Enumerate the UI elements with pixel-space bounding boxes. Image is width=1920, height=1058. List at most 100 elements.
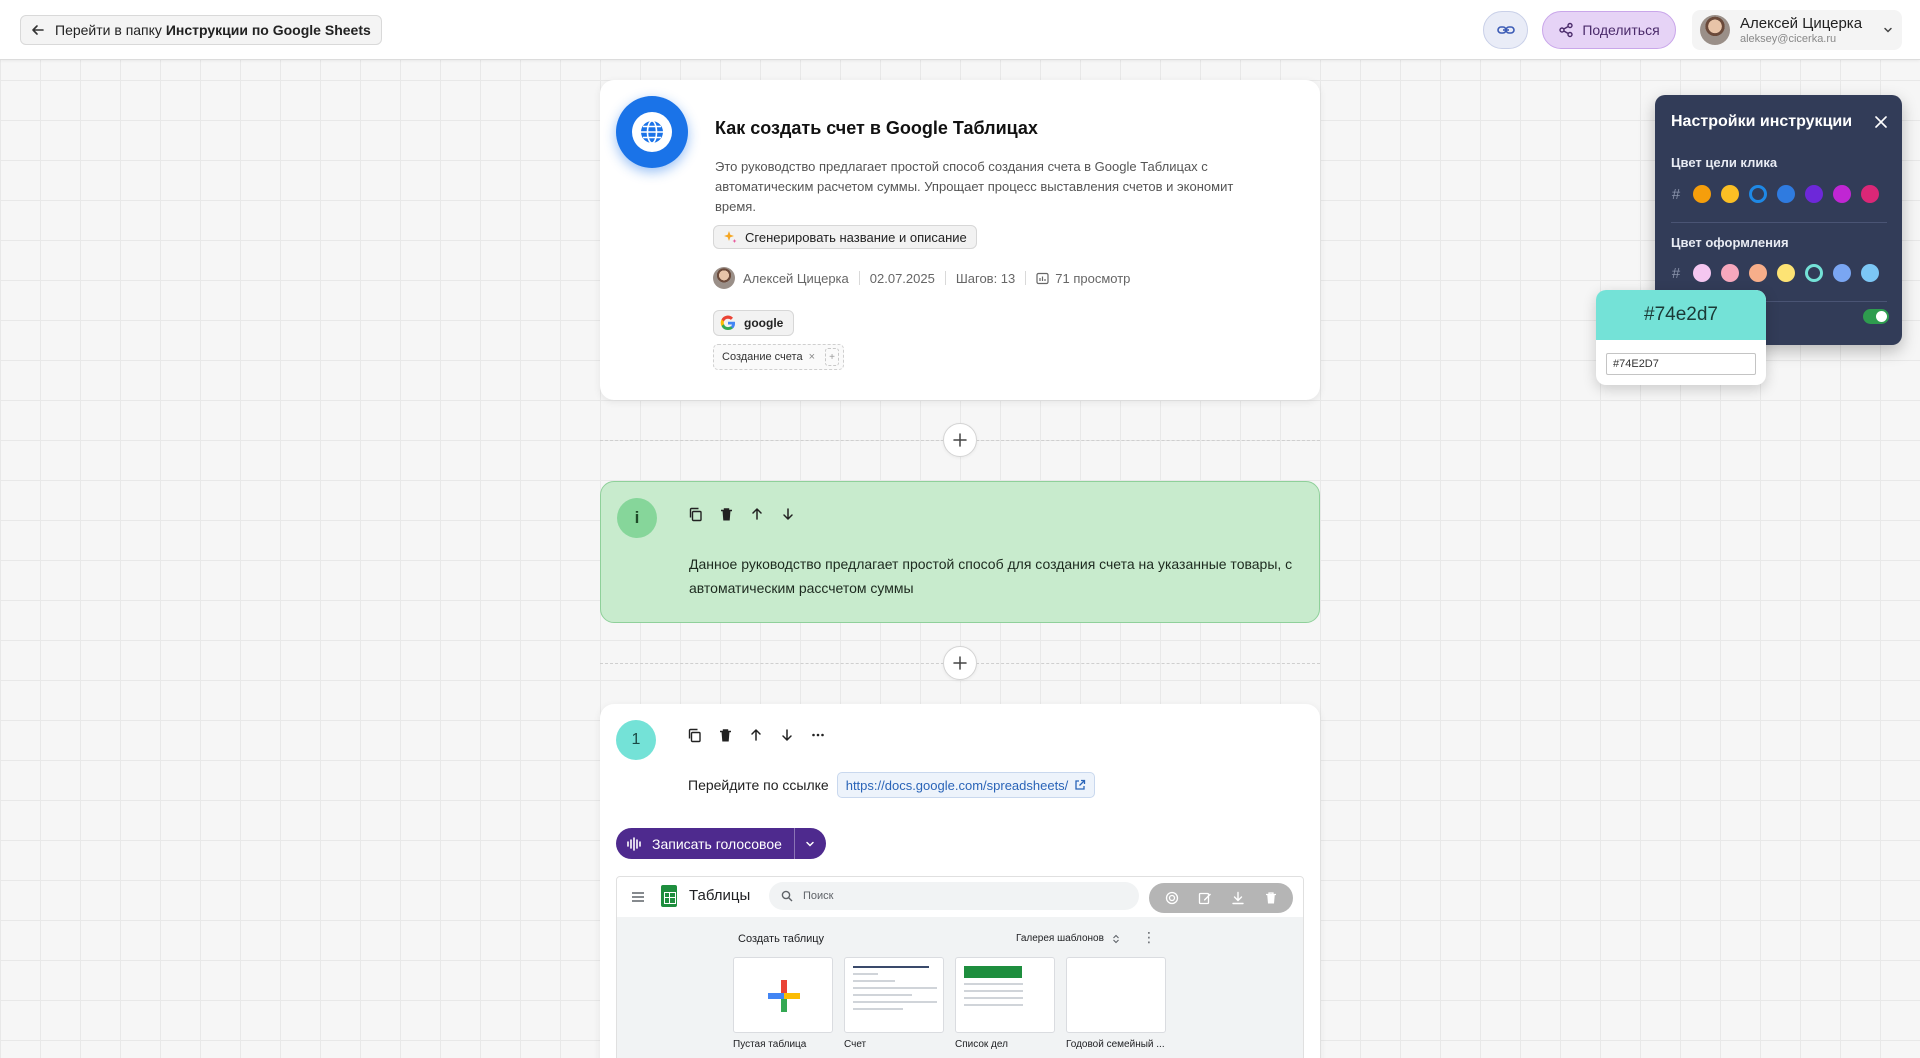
- arrow-left-icon: [31, 23, 45, 37]
- template-label: Список дел: [955, 1039, 1008, 1050]
- created-date: 02.07.2025: [869, 270, 935, 286]
- color-swatch[interactable]: [1693, 185, 1711, 203]
- add-block-button[interactable]: [943, 423, 977, 457]
- template-gallery: Галерея шаблонов: [1016, 933, 1120, 944]
- step-number: 1: [616, 720, 656, 760]
- chevron-down-icon: [1882, 24, 1894, 36]
- color-swatch[interactable]: [1861, 185, 1879, 203]
- author-name: Алексей Цицерка: [743, 270, 849, 286]
- color-swatch[interactable]: [1749, 264, 1767, 282]
- plus-icon: [953, 656, 967, 670]
- arrow-down-icon[interactable]: [779, 727, 795, 743]
- color-swatch[interactable]: [1805, 264, 1823, 282]
- trash-icon[interactable]: [717, 727, 733, 743]
- edit-icon[interactable]: [1194, 887, 1216, 909]
- back-button-label: Перейти в папку Инструкции по Google She…: [55, 22, 371, 38]
- color-swatch[interactable]: [1721, 264, 1739, 282]
- screenshot-tools: [1149, 883, 1293, 913]
- tag-chip[interactable]: Создание счета ×: [722, 351, 815, 363]
- author-avatar: [713, 267, 735, 289]
- back-to-folder-button[interactable]: Перейти в папку Инструкции по Google She…: [20, 15, 382, 45]
- color-swatch[interactable]: [1721, 185, 1739, 203]
- template-blank: [733, 957, 833, 1033]
- copy-icon[interactable]: [686, 727, 702, 743]
- remove-tag-icon[interactable]: ×: [809, 351, 815, 363]
- guide-title[interactable]: Как создать счет в Google Таблицах: [715, 118, 1038, 139]
- trash-icon[interactable]: [1260, 887, 1282, 909]
- color-swatch[interactable]: [1805, 185, 1823, 203]
- sparkle-icon: [723, 230, 737, 244]
- guide-description[interactable]: Это руководство предлагает простой спосо…: [715, 157, 1275, 217]
- color-swatch[interactable]: [1777, 264, 1795, 282]
- arrow-down-icon[interactable]: [780, 506, 796, 522]
- colorful-plus-icon: [768, 980, 800, 1012]
- search-icon: [781, 890, 793, 902]
- download-icon[interactable]: [1227, 887, 1249, 909]
- arrow-up-icon[interactable]: [748, 727, 764, 743]
- trash-icon[interactable]: [718, 506, 734, 522]
- template-family-budget: [1066, 957, 1166, 1033]
- hex-color-input[interactable]: [1606, 353, 1756, 375]
- views-icon: [1036, 272, 1049, 285]
- arrow-up-icon[interactable]: [749, 506, 765, 522]
- record-voice-dropdown[interactable]: [793, 828, 826, 859]
- template-label: Счет: [844, 1039, 867, 1050]
- steps-count: Шагов: 13: [955, 270, 1016, 286]
- target-icon[interactable]: [1161, 887, 1183, 909]
- color-swatch[interactable]: [1749, 185, 1767, 203]
- globe-icon: [639, 119, 665, 145]
- step-instruction: Перейдите по ссылке https://docs.google.…: [688, 772, 1096, 798]
- unfold-icon: [1112, 934, 1120, 944]
- sheets-app-name: Таблицы: [689, 887, 751, 904]
- template-label: Пустая таблица: [733, 1039, 807, 1050]
- folder-name: Инструкции по Google Sheets: [165, 22, 371, 38]
- sheets-logo-icon: [661, 885, 677, 907]
- color-swatch[interactable]: [1833, 264, 1851, 282]
- color-swatch[interactable]: [1777, 185, 1795, 203]
- guide-icon[interactable]: [616, 96, 688, 168]
- design-color-label: Цвет оформления: [1671, 235, 1789, 250]
- user-menu[interactable]: Алексей Цицерка aleksey@cicerka.ru: [1692, 10, 1902, 50]
- info-block-toolbar: [687, 506, 796, 522]
- template-label: Годовой семейный ...: [1066, 1039, 1165, 1050]
- step-link[interactable]: https://docs.google.com/spreadsheets/: [836, 772, 1096, 798]
- user-email: aleksey@cicerka.ru: [1740, 33, 1837, 45]
- close-icon[interactable]: [1874, 115, 1888, 129]
- avatar: [1700, 15, 1730, 45]
- share-icon: [1558, 22, 1574, 38]
- color-swatch[interactable]: [1693, 264, 1711, 282]
- color-swatch[interactable]: [1861, 264, 1879, 282]
- add-block-button[interactable]: [943, 646, 977, 680]
- step-screenshot[interactable]: Таблицы Поиск Создать таблицу Галерея ша…: [616, 876, 1304, 1058]
- views-count: 71 просмотр: [1055, 270, 1131, 286]
- settings-toggle[interactable]: [1863, 309, 1889, 324]
- google-logo-icon: [720, 315, 736, 331]
- generate-title-label: Сгенерировать название и описание: [745, 229, 967, 245]
- search-placeholder: Поиск: [803, 890, 834, 902]
- color-preview: #74e2d7: [1596, 290, 1766, 340]
- top-bar: Перейти в папку Инструкции по Google She…: [0, 0, 1920, 60]
- share-button[interactable]: Поделиться: [1542, 11, 1676, 49]
- generate-title-button[interactable]: Сгенерировать название и описание: [713, 225, 977, 249]
- more-icon[interactable]: [810, 727, 826, 743]
- record-voice-label: Записать голосовое: [652, 835, 782, 852]
- plus-icon: [953, 433, 967, 447]
- custom-color-hash[interactable]: #: [1669, 265, 1683, 282]
- color-swatch[interactable]: [1833, 185, 1851, 203]
- info-block-text[interactable]: Данное руководство предлагает простой сп…: [689, 552, 1299, 600]
- settings-title: Настройки инструкции: [1671, 113, 1853, 130]
- add-tag-button[interactable]: +: [825, 348, 839, 366]
- tag-label: Создание счета: [722, 351, 803, 363]
- app-tag-label: google: [744, 316, 784, 330]
- user-name: Алексей Цицерка: [1740, 15, 1863, 32]
- color-picker-popover: #74e2d7: [1596, 290, 1766, 385]
- copy-icon[interactable]: [687, 506, 703, 522]
- copy-link-button[interactable]: [1483, 11, 1528, 49]
- chevron-down-icon: [805, 839, 815, 849]
- template-invoice: [844, 957, 944, 1033]
- external-link-icon: [1074, 779, 1086, 791]
- record-voice-button[interactable]: Записать голосовое: [616, 828, 826, 859]
- custom-color-hash[interactable]: #: [1669, 186, 1683, 203]
- app-tag-google[interactable]: google: [713, 310, 795, 336]
- step-instruction-text[interactable]: Перейдите по ссылке: [688, 777, 829, 793]
